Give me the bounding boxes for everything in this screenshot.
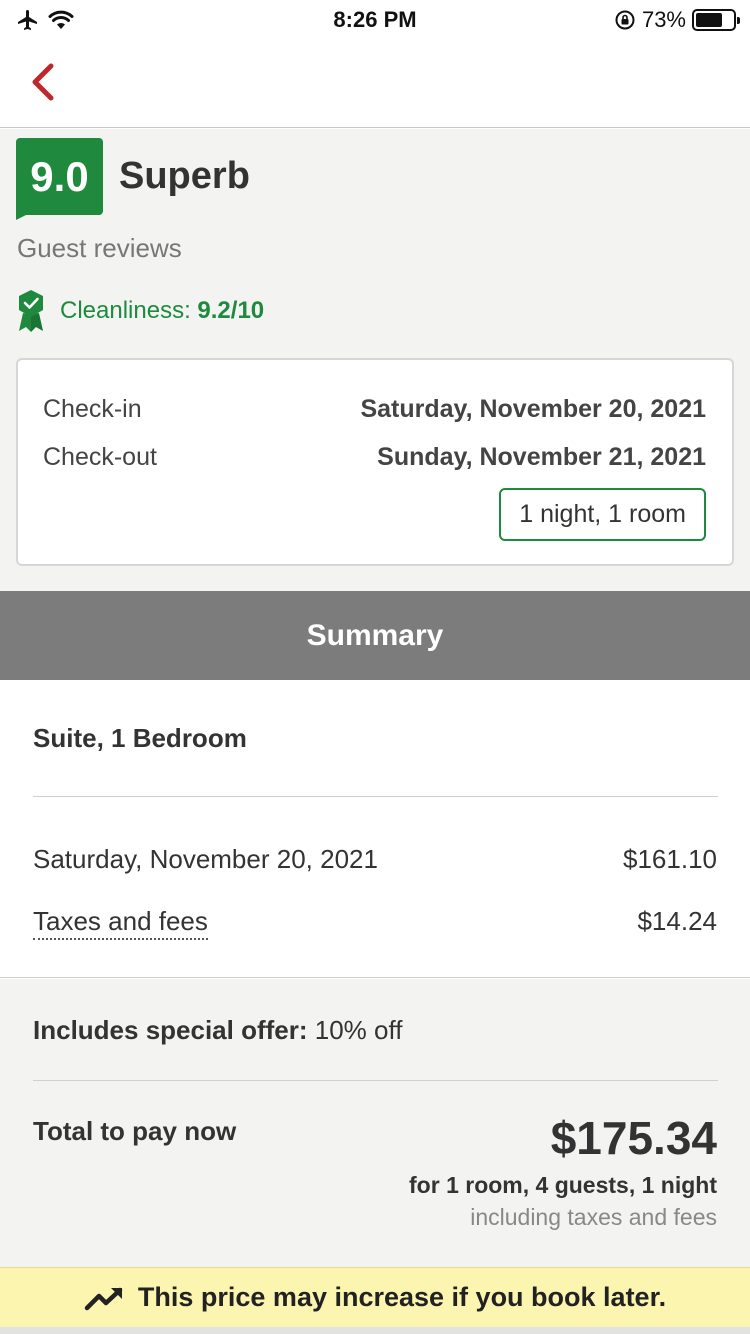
score-badge-tail: [16, 214, 28, 220]
total-label: Total to pay now: [33, 1116, 237, 1146]
price-increase-text: This price may increase if you book late…: [137, 1282, 667, 1312]
cleanliness-row: Cleanliness: 9.2/10: [16, 289, 264, 333]
room-charges-section: Suite, 1 Bedroom Saturday, November 20, …: [0, 680, 750, 978]
nav-bar: [0, 42, 750, 128]
back-button[interactable]: [22, 60, 62, 104]
night-date-label: Saturday, November 20, 2021: [33, 844, 378, 874]
night-price: $161.10: [623, 844, 717, 874]
total-amount: $175.34: [550, 1112, 717, 1164]
price-increase-banner: This price may increase if you book late…: [0, 1267, 750, 1327]
battery-level: [696, 13, 723, 27]
divider: [33, 796, 718, 797]
battery-percent: 73%: [641, 7, 686, 32]
special-offer-value: 10% off: [314, 1015, 403, 1045]
special-offer: Includes special offer: 10% off: [33, 1015, 402, 1046]
taxes-fees-link[interactable]: Taxes and fees: [33, 906, 208, 940]
status-right: 73%: [614, 7, 740, 33]
chevron-left-icon: [32, 63, 54, 101]
review-score-word: Superb: [119, 155, 250, 197]
review-score-badge: 9.0: [16, 138, 103, 215]
battery-icon: [692, 9, 740, 31]
taxes-fees-amount: $14.24: [637, 906, 717, 936]
bottom-strip: [0, 1327, 750, 1334]
divider: [33, 1080, 718, 1081]
cleanliness-score: Cleanliness: 9.2/10: [60, 297, 264, 325]
total-section: Includes special offer: 10% off Total to…: [0, 979, 750, 1267]
award-ribbon-icon: [19, 290, 43, 332]
cleanliness-label: Cleanliness:: [60, 297, 191, 324]
status-bar: 8:26 PM 73%: [0, 0, 750, 42]
summary-header: Summary: [0, 591, 750, 680]
special-offer-label: Includes special offer:: [33, 1015, 308, 1045]
guest-reviews-label[interactable]: Guest reviews: [17, 233, 182, 264]
checkout-date: Sunday, November 21, 2021: [377, 443, 706, 471]
checkout-label: Check-out: [43, 443, 157, 471]
checkin-label: Check-in: [43, 395, 142, 423]
checkin-date: Saturday, November 20, 2021: [360, 395, 706, 423]
taxes-fees-row: Taxes and fees: [33, 906, 208, 940]
nights-rooms-chip[interactable]: 1 night, 1 room: [499, 488, 706, 541]
stay-dates-card: Check-in Saturday, November 20, 2021 Che…: [16, 358, 734, 566]
trending-up-icon: [84, 1287, 123, 1310]
total-note: including taxes and fees: [470, 1204, 717, 1230]
orientation-lock-icon: [615, 10, 635, 30]
total-detail: for 1 room, 4 guests, 1 night: [409, 1172, 717, 1198]
cleanliness-value: 9.2/10: [197, 297, 265, 324]
room-type: Suite, 1 Bedroom: [33, 723, 247, 753]
hotel-summary-section: 9.0 Superb Guest reviews Cleanliness: 9.…: [0, 129, 750, 591]
